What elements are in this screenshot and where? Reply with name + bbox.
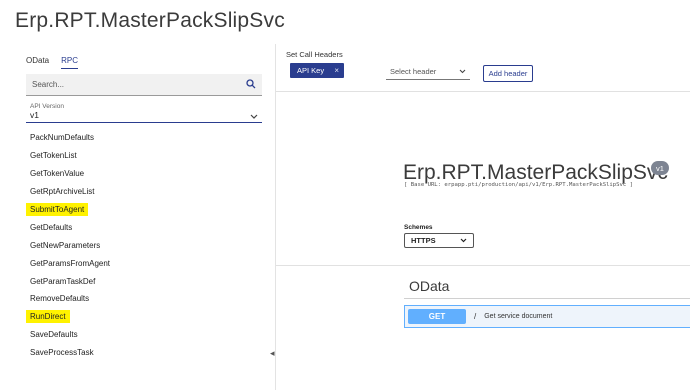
operation-item[interactable]: GetTokenValue xyxy=(26,165,262,183)
close-icon[interactable]: × xyxy=(334,66,339,75)
operation-item[interactable]: SubmitToAgent xyxy=(26,201,262,219)
operation-item[interactable]: RunDirect xyxy=(26,308,262,326)
operation-label: RunDirect xyxy=(26,310,70,324)
divider xyxy=(276,265,690,266)
section-title[interactable]: OData xyxy=(409,278,449,294)
operation-item[interactable]: PackNumDefaults xyxy=(26,129,262,147)
api-version-value: v1 xyxy=(30,110,39,120)
chevron-down-icon xyxy=(459,67,466,76)
operation-label: GetRptArchiveList xyxy=(30,187,95,197)
search-box xyxy=(26,74,262,96)
header-select[interactable]: Select header xyxy=(386,64,470,80)
chevron-down-icon xyxy=(250,107,258,125)
search-input[interactable] xyxy=(32,80,232,89)
api-version-label: API Version xyxy=(30,103,64,110)
operation-label: GetDefaults xyxy=(30,222,73,232)
operation-item[interactable]: GetParamTaskDef xyxy=(26,272,262,290)
main-panel: ◂ Set Call Headers API Key × Select head… xyxy=(270,44,690,390)
operation-item[interactable]: SaveProcessTask xyxy=(26,344,262,362)
version-badge: v1 xyxy=(651,161,669,175)
operation-label: GetParamsFromAgent xyxy=(30,258,111,268)
operation-label: GetTokenList xyxy=(30,151,77,161)
operation-label: SaveDefaults xyxy=(30,330,78,340)
chevron-down-icon xyxy=(460,236,467,245)
call-headers-label: Set Call Headers xyxy=(286,50,343,59)
operation-label: GetNewParameters xyxy=(30,240,101,250)
tab-rpc[interactable]: RPC xyxy=(61,56,79,69)
schemes-value: HTTPS xyxy=(411,236,436,245)
operation-item[interactable]: GetParamsFromAgent xyxy=(26,254,262,272)
operation-label: GetParamTaskDef xyxy=(30,276,96,286)
method-badge: GET xyxy=(408,309,466,324)
schemes-select[interactable]: HTTPS xyxy=(404,233,474,248)
page-title: Erp.RPT.MasterPackSlipSvc xyxy=(15,9,285,32)
operation-label: PackNumDefaults xyxy=(30,133,95,143)
add-header-button[interactable]: Add header xyxy=(483,65,533,82)
operation-item[interactable]: GetTokenList xyxy=(26,147,262,165)
collapse-caret-icon[interactable]: ◂ xyxy=(270,348,275,359)
operation-item[interactable]: RemoveDefaults xyxy=(26,290,262,308)
api-version-select[interactable]: API Version v1 xyxy=(26,101,262,123)
api-key-chip[interactable]: API Key × xyxy=(290,63,344,78)
schemes-label: Schemes xyxy=(404,224,433,231)
tab-odata[interactable]: OData xyxy=(26,56,49,69)
base-url: [ Base URL: erpapp.pti/production/api/v1… xyxy=(404,182,634,188)
search-icon[interactable] xyxy=(246,76,256,94)
sidebar-tabs: OData RPC xyxy=(26,56,79,69)
header-select-placeholder: Select header xyxy=(390,67,437,76)
operations-list: PackNumDefaults GetTokenList GetTokenVal… xyxy=(26,129,262,362)
operation-label: SubmitToAgent xyxy=(26,203,89,216)
operation-item[interactable]: GetNewParameters xyxy=(26,236,262,254)
divider xyxy=(276,91,690,92)
sidebar: OData RPC API Version v1 PackNumDefaults… xyxy=(14,44,276,390)
operation-summary: Get service document xyxy=(484,313,553,320)
operation-item[interactable]: GetDefaults xyxy=(26,218,262,236)
operation-row[interactable]: GET / Get service document xyxy=(404,305,690,328)
operation-label: RemoveDefaults xyxy=(30,294,90,304)
chip-label: API Key xyxy=(297,66,325,75)
operation-path: / xyxy=(474,312,477,321)
operation-label: SaveProcessTask xyxy=(30,348,94,358)
divider xyxy=(404,298,690,299)
operation-item[interactable]: GetRptArchiveList xyxy=(26,183,262,201)
operation-item[interactable]: SaveDefaults xyxy=(26,326,262,344)
operation-label: GetTokenValue xyxy=(30,169,85,179)
